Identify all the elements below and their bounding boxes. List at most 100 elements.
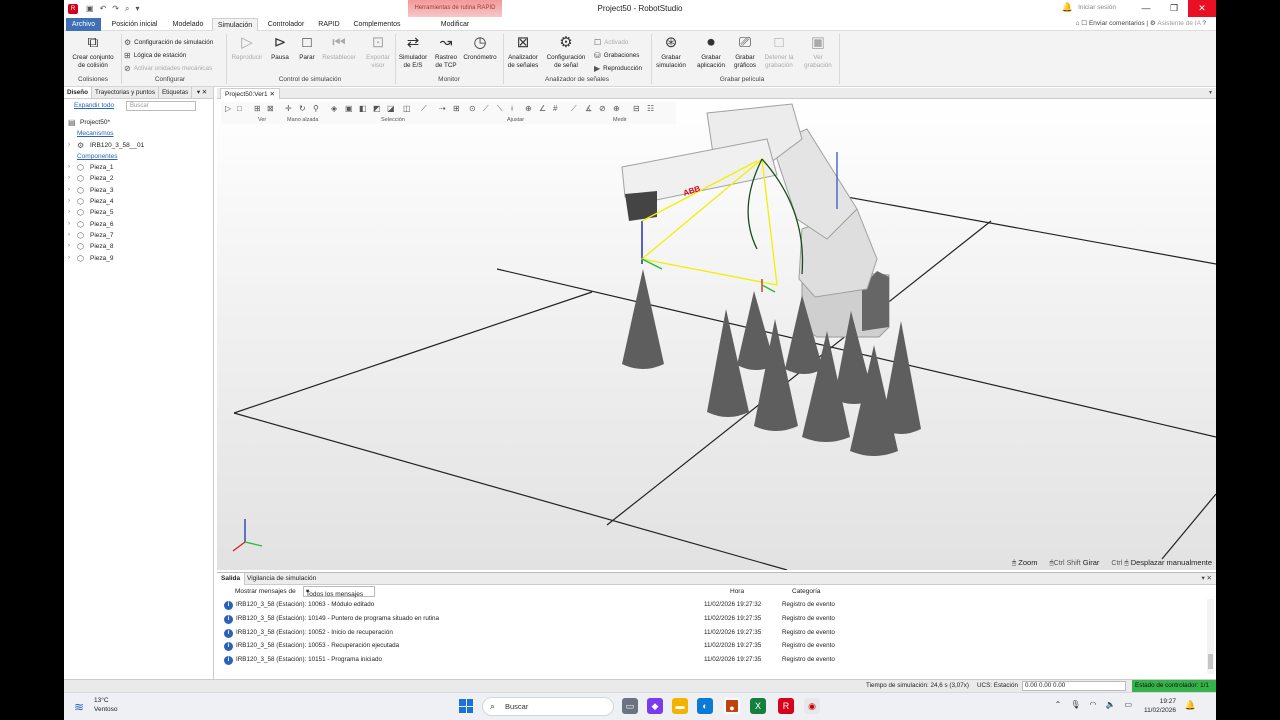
tab-view1[interactable]: Project50:Ver1 ✕ bbox=[220, 88, 280, 99]
output-scrollbar[interactable] bbox=[1207, 599, 1214, 674]
3d-viewport[interactable]: ABB ▷ □ ⊞ ⊠ Ver ✛ ↻ ⚲ Mano alzada ◈ ▣ ◧ … bbox=[217, 99, 1216, 570]
select-target-icon[interactable]: ⟋ bbox=[421, 104, 427, 114]
ucs-coordinates-field[interactable]: 0.00 0.00 0.00 bbox=[1022, 681, 1126, 691]
tcp-trace-button[interactable]: ↝ Rastreo de TCP bbox=[431, 34, 461, 69]
jog-icon[interactable]: ⚲ bbox=[313, 104, 319, 113]
stop-button[interactable]: □ Parar bbox=[294, 34, 320, 62]
tree-part-node[interactable]: › ⬡ Pieza_4 bbox=[64, 196, 214, 207]
close-tab-icon[interactable]: ✕ bbox=[269, 91, 274, 98]
ai-assistant-link[interactable]: Asistente de IA bbox=[1157, 20, 1200, 27]
pause-button[interactable]: ⊳ Pausa bbox=[266, 34, 294, 62]
tree-part-node[interactable]: › ⬡ Pieza_1 bbox=[64, 162, 214, 173]
snap-angle-icon[interactable]: ∠ bbox=[539, 104, 546, 113]
col-time-header[interactable]: Hora bbox=[730, 588, 744, 595]
select-body-icon[interactable]: ◧ bbox=[359, 104, 367, 113]
tray-chevron-icon[interactable]: ⌃ bbox=[1055, 700, 1062, 709]
battery-icon[interactable]: ▭ bbox=[1124, 700, 1132, 709]
view-center-icon[interactable]: ⊠ bbox=[267, 104, 274, 113]
excel-icon[interactable]: X bbox=[750, 698, 766, 714]
output-row[interactable]: i IRB120_3_58 (Estación): 10053 - Recuper… bbox=[217, 639, 1207, 653]
expand-arrow-icon[interactable]: › bbox=[68, 196, 70, 207]
stopwatch-button[interactable]: ◷ Cronómetro bbox=[461, 34, 499, 62]
measure-minimum-icon[interactable]: ⊕ bbox=[613, 104, 620, 113]
create-collision-set-button[interactable]: ⧉ Crear conjunto de colisión bbox=[68, 34, 118, 69]
playback-button[interactable]: ▶ Reproducción bbox=[594, 64, 642, 73]
snap-local-icon[interactable]: # bbox=[553, 104, 557, 113]
output-row[interactable]: i IRB120_3_58 (Estación): 10151 - Program… bbox=[217, 653, 1207, 667]
wifi-icon[interactable]: ◠ bbox=[1089, 700, 1096, 709]
tree-robot-node[interactable]: › ⚙ IRB120_3_58__01 bbox=[64, 140, 214, 151]
signal-analyzer-button[interactable]: ⊠ Analizador de señales bbox=[505, 34, 541, 69]
tab-rapid[interactable]: RAPID bbox=[314, 18, 344, 31]
microphone-icon[interactable]: 🎙 bbox=[1070, 700, 1080, 709]
activate-mech-units-button[interactable]: ⊘ Activar unidades mecánicas bbox=[124, 64, 212, 73]
expand-arrow-icon[interactable]: › bbox=[68, 162, 70, 173]
view-recording-button[interactable]: ▣ Ver grabación bbox=[800, 34, 836, 69]
station-logic-button[interactable]: ⊞ Lógica de estación bbox=[124, 51, 186, 60]
stop-recording-button[interactable]: □ Detener la grabación bbox=[761, 34, 797, 69]
tree-part-node[interactable]: › ⬡ Pieza_2 bbox=[64, 173, 214, 184]
controller-status-badge[interactable]: Estado de controlador: 1/1 bbox=[1132, 680, 1216, 692]
task-view-icon[interactable]: ▭ bbox=[622, 698, 638, 714]
help-icon[interactable]: ? bbox=[1202, 20, 1206, 27]
close-button[interactable]: ✕ bbox=[1188, 0, 1216, 17]
viewport-menu-icon[interactable]: ▾ bbox=[1209, 89, 1212, 96]
scrollbar-thumb[interactable] bbox=[1208, 654, 1213, 669]
tab-file[interactable]: Archivo bbox=[66, 18, 101, 31]
panel-controls-icon[interactable]: ▾ ✕ bbox=[194, 87, 210, 99]
recorder-icon[interactable]: ◉ bbox=[804, 698, 820, 714]
output-row[interactable]: i IRB120_3_58 (Estación): 10149 - Puntero… bbox=[217, 612, 1207, 626]
expand-all-link[interactable]: Expandir todo bbox=[74, 102, 114, 109]
col-category-header[interactable]: Categoría bbox=[792, 588, 821, 595]
tab-modeling[interactable]: Modelado bbox=[167, 18, 209, 31]
select-curve-icon[interactable]: ◈ bbox=[331, 104, 337, 113]
view-all-icon[interactable]: ⊞ bbox=[254, 104, 261, 113]
reset-button[interactable]: ⏮ Restablecer bbox=[320, 34, 358, 62]
record-graphics-button[interactable]: ⎚ Grabar gráficos bbox=[728, 34, 762, 69]
robotstudio-taskbar-icon[interactable]: R bbox=[778, 698, 794, 714]
export-viewer-button[interactable]: ⊡ Exportar visor bbox=[361, 34, 395, 69]
tree-part-node[interactable]: › ⬡ Pieza_5 bbox=[64, 207, 214, 218]
feedback-link[interactable]: Enviar comentarios bbox=[1089, 20, 1145, 27]
select-mechanism-icon[interactable]: ◫ bbox=[403, 104, 411, 113]
expand-arrow-icon[interactable]: › bbox=[68, 241, 70, 252]
expand-arrow-icon[interactable]: › bbox=[68, 185, 70, 196]
edge-icon[interactable]: ◐ bbox=[697, 698, 713, 714]
select-surface-icon[interactable]: ▣ bbox=[345, 104, 353, 113]
expand-arrow-icon[interactable]: › bbox=[68, 140, 70, 151]
tab-modify[interactable]: Modificar bbox=[428, 18, 482, 31]
recordings-button[interactable]: ⛁ Grabaciones bbox=[594, 51, 639, 60]
copilot-icon[interactable]: ◆ bbox=[647, 698, 663, 714]
tab-addins[interactable]: Complementos bbox=[348, 18, 406, 31]
signal-config-button[interactable]: ⚙ Configuración de señal bbox=[543, 34, 589, 69]
notification-bell-icon[interactable]: 🔔 bbox=[1185, 700, 1196, 711]
expand-arrow-icon[interactable]: › bbox=[68, 253, 70, 264]
play-icon[interactable]: ▷ bbox=[225, 104, 231, 113]
tab-output[interactable]: Salida bbox=[217, 573, 246, 585]
expand-arrow-icon[interactable]: › bbox=[68, 173, 70, 184]
minimize-button[interactable]: — bbox=[1132, 0, 1160, 17]
layout-search-input[interactable]: Buscar bbox=[126, 101, 196, 111]
rotate-icon[interactable]: ↻ bbox=[299, 104, 306, 113]
measure-distance-icon[interactable]: ⟋ bbox=[571, 104, 577, 114]
snap-end-icon[interactable]: ⟊ bbox=[511, 104, 513, 114]
panel-controls-icon[interactable]: ▾ ✕ bbox=[1201, 574, 1212, 582]
measure-diameter-icon[interactable]: ⊘ bbox=[599, 104, 606, 113]
sign-in-link[interactable]: Iniciar sesión bbox=[1078, 4, 1116, 11]
tree-part-node[interactable]: › ⬡ Pieza_6 bbox=[64, 219, 214, 230]
snap-grid-icon[interactable]: ⊞ bbox=[453, 104, 460, 113]
expand-arrow-icon[interactable]: › bbox=[68, 230, 70, 241]
taskbar-search[interactable]: ⌕ Buscar bbox=[482, 697, 614, 716]
io-simulator-button[interactable]: ⇄ Simulador de E/S bbox=[397, 34, 429, 69]
message-filter-select[interactable]: Todos los mensajes ▾ bbox=[303, 586, 375, 598]
tab-paths-targets[interactable]: Trayectorias y puntos bbox=[92, 87, 159, 98]
tree-part-node[interactable]: › ⬡ Pieza_9 bbox=[64, 253, 214, 264]
snap-midpoint-icon[interactable]: ⟍ bbox=[497, 104, 503, 114]
settings-panel-icon[interactable]: ☷ bbox=[647, 104, 654, 113]
tab-controller[interactable]: Controlador bbox=[262, 18, 310, 31]
tab-sim-watch[interactable]: Vigilancia de simulación bbox=[243, 573, 320, 585]
tree-part-node[interactable]: › ⬡ Pieza_8 bbox=[64, 241, 214, 252]
volume-icon[interactable]: 🔈 bbox=[1105, 700, 1115, 709]
record-application-button[interactable]: ⏺ Grabar aplicación bbox=[693, 34, 729, 69]
snap-edge-icon[interactable]: ⟋ bbox=[483, 104, 489, 114]
